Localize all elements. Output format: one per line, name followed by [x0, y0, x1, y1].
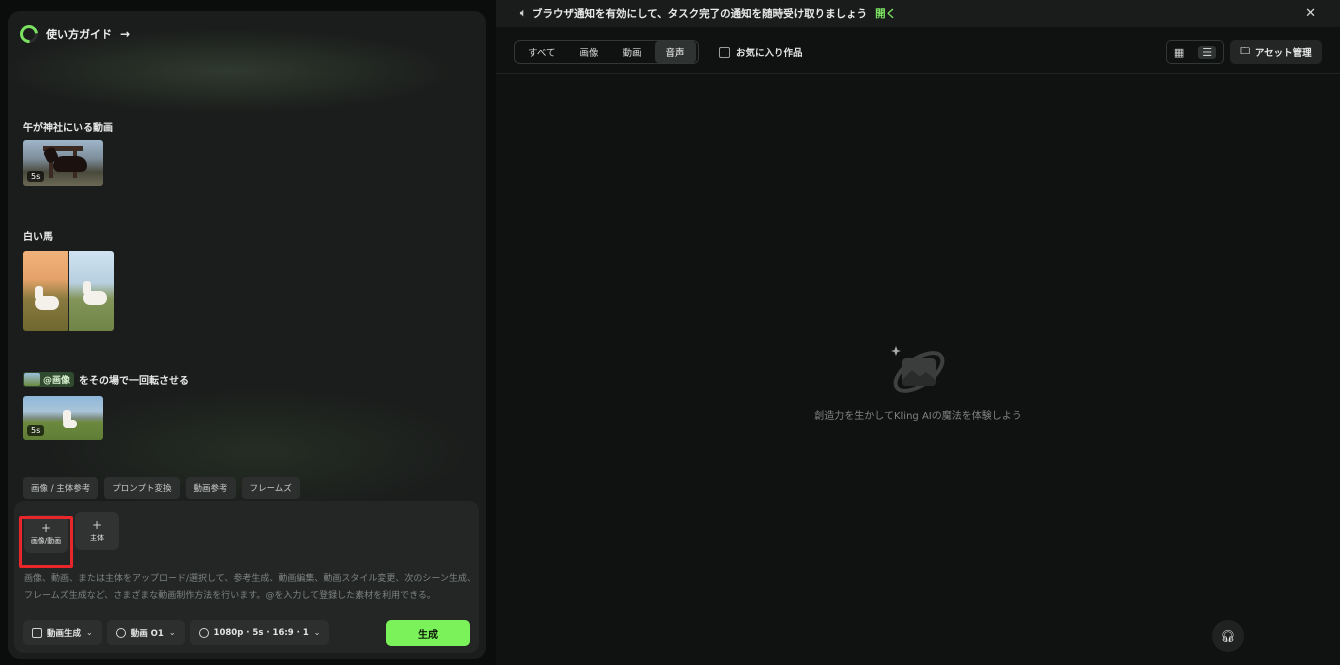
mode-pills: 画像 / 主体参考 プロンプト変換 動画参考 フレームズ [23, 477, 300, 499]
close-icon[interactable]: ✕ [1305, 6, 1316, 21]
generate-button[interactable]: 生成 [386, 620, 470, 646]
highlight-box [19, 516, 73, 568]
list-view-icon[interactable]: ☰ [1198, 45, 1217, 59]
guide-label: 使い方ガイド [46, 28, 112, 41]
empty-state-text: 創造力を生かしてKling AIの魔法を体験しよう [814, 411, 1022, 422]
example-1-thumbnail[interactable]: 5s [23, 140, 103, 186]
image-mention-chip: @画像 [23, 372, 75, 387]
header-divider [496, 73, 1340, 74]
example-2-thumbnail[interactable] [23, 251, 114, 331]
plus-icon: + [91, 518, 103, 532]
pill-frames[interactable]: フレームズ [241, 477, 300, 499]
left-panel: 使い方ガイド → 午が神社にいる動画 5s 白い馬 @画像 をその場で一回転させ… [8, 11, 486, 659]
horse-shape [35, 286, 59, 310]
model-select[interactable]: 動画 O1 ⌄ [106, 620, 185, 645]
image-meadow-horse [69, 251, 114, 331]
example-3-label[interactable]: @画像 をその場で一回転させる [23, 372, 189, 387]
settings-select[interactable]: 1080p · 5s · 16:9 · 1 ⌄ [189, 620, 330, 645]
notice-open-link[interactable]: 開く [875, 6, 896, 21]
pill-prompt-convert[interactable]: プロンプト変換 [104, 477, 180, 499]
right-panel: 🔈︎ ブラウザ通知を有効にして、タスク完了の通知を随時受け取りましょう 開く ✕… [496, 0, 1340, 665]
asset-management-button[interactable]: 🗀︎ アセット管理 [1230, 40, 1322, 64]
empty-gallery-icon [891, 346, 945, 393]
horse-shape [53, 156, 87, 172]
chevron-down-icon: ⌄ [313, 628, 321, 637]
generation-controls: 動画生成 ⌄ 動画 O1 ⌄ 1080p · 5s · 16:9 · 1 ⌄ [23, 620, 330, 645]
calendar-icon [32, 627, 42, 638]
grid-view-icon[interactable]: ▦ [1174, 46, 1184, 59]
headset-icon: 🎧︎ [1220, 629, 1236, 643]
settings-icon [198, 627, 209, 638]
model-icon [115, 627, 126, 638]
support-headset-button[interactable]: 🎧︎ [1212, 620, 1244, 652]
horse-shape [63, 410, 77, 428]
tab-image[interactable]: 画像 [568, 41, 609, 63]
chevron-down-icon: ⌄ [86, 628, 93, 637]
image-sunset-horse [23, 251, 68, 331]
chevron-down-icon: ⌄ [168, 628, 176, 637]
prompt-input[interactable]: 画像、動画、または主体をアップロード/選択して、参考生成、動画編集、動画スタイル… [24, 571, 476, 605]
tab-audio[interactable]: 音声 [654, 41, 696, 63]
pill-image-subject-ref[interactable]: 画像 / 主体参考 [23, 477, 99, 499]
notification-banner: 🔈︎ ブラウザ通知を有効にして、タスク完了の通知を随時受け取りましょう 開く ✕ [496, 0, 1340, 27]
notice-text: ブラウザ通知を有効にして、タスク完了の通知を随時受け取りましょう [532, 8, 868, 20]
view-switcher: ▦ ☰ [1166, 40, 1224, 64]
kling-logo-icon [16, 21, 42, 47]
tab-video[interactable]: 動画 [611, 41, 652, 63]
horse-shape [83, 281, 107, 305]
tab-all[interactable]: すべて [517, 41, 566, 63]
example-3-thumbnail[interactable]: 5s [23, 396, 103, 440]
favorites-filter[interactable]: お気に入り作品 [719, 45, 803, 59]
arrow-right-icon: → [120, 27, 131, 41]
add-subject-button[interactable]: + 主体 [75, 512, 119, 550]
pill-video-ref[interactable]: 動画参考 [185, 477, 236, 499]
image-chip-thumb [24, 373, 40, 386]
speaker-icon: 🔈︎ [520, 8, 526, 19]
folder-icon: 🗀︎ [1240, 46, 1250, 57]
app-root: 使い方ガイド → 午が神社にいる動画 5s 白い馬 @画像 をその場で一回転させ… [0, 0, 1340, 665]
duration-badge: 5s [27, 171, 45, 182]
asset-tabs: すべて 画像 動画 音声 [514, 40, 699, 64]
mode-select[interactable]: 動画生成 ⌄ [23, 620, 102, 645]
usage-guide-link[interactable]: 使い方ガイド → [16, 21, 131, 47]
example-1-label[interactable]: 午が神社にいる動画 [23, 119, 113, 134]
example-2-label[interactable]: 白い馬 [23, 228, 53, 243]
duration-badge: 5s [27, 425, 45, 436]
favorites-checkbox[interactable] [719, 46, 730, 58]
